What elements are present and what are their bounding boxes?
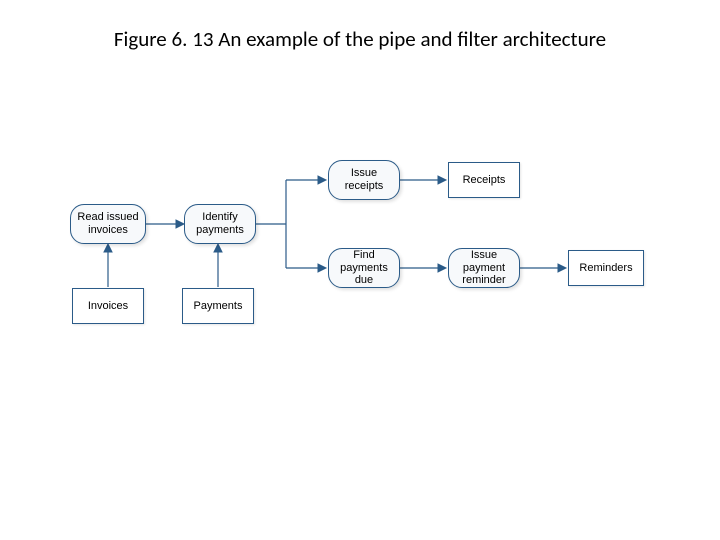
diagram-canvas: Read issued invoices Identify payments I… — [0, 0, 720, 540]
filter-identify-payments: Identify payments — [184, 204, 256, 244]
filter-issue-receipts: Issue receipts — [328, 160, 400, 200]
filter-find-payments-due: Find payments due — [328, 248, 400, 288]
datastore-invoices: Invoices — [72, 288, 144, 324]
filter-read-issued-invoices: Read issued invoices — [70, 204, 146, 244]
datastore-receipts: Receipts — [448, 162, 520, 198]
filter-issue-payment-reminder: Issue payment reminder — [448, 248, 520, 288]
datastore-payments: Payments — [182, 288, 254, 324]
datastore-reminders: Reminders — [568, 250, 644, 286]
